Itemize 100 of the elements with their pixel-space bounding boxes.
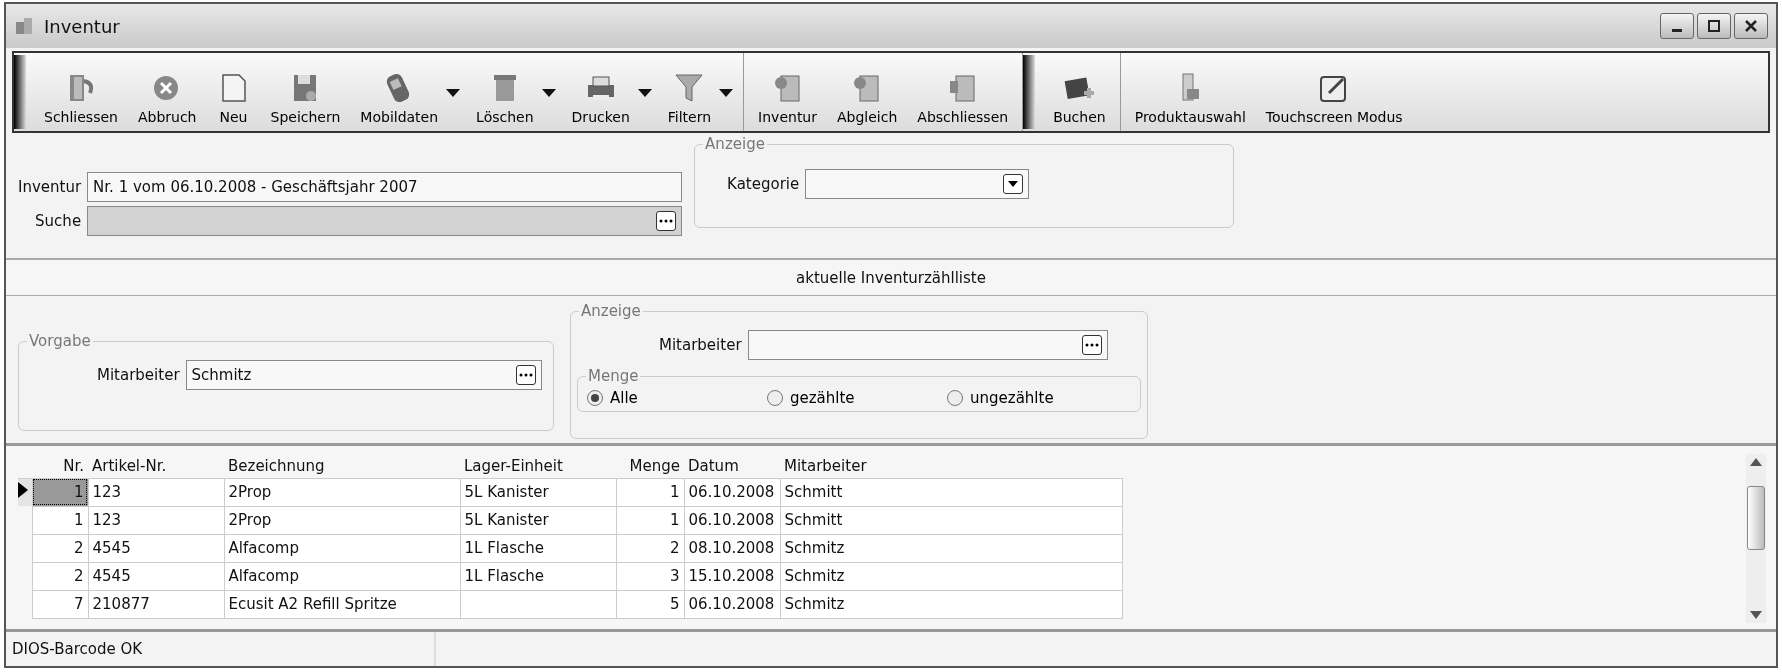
column-header[interactable]: Bezeichnung [224, 454, 460, 478]
toolbar-grip[interactable] [1023, 55, 1036, 129]
window-title: Inventur [44, 15, 121, 37]
close-icon [1745, 20, 1757, 32]
radio-option[interactable]: gezählte [766, 389, 946, 407]
table-cell: 06.10.2008 [684, 590, 780, 618]
up-arrow-icon[interactable] [1750, 458, 1762, 466]
employee-field[interactable] [747, 330, 1108, 360]
table-cell: 2Prop [224, 506, 460, 534]
toolbar-button[interactable]: Abgleich [827, 53, 908, 131]
row-pointer-icon [18, 482, 28, 499]
ellipsis-button[interactable] [515, 365, 536, 385]
maximize-icon [1708, 20, 1720, 32]
table-cell: 4545 [88, 534, 224, 562]
table-cell: 5 [616, 590, 684, 618]
toolbar-button[interactable]: Speichern [260, 53, 351, 131]
table-cell: 15.10.2008 [684, 562, 780, 590]
table-cell: 4545 [88, 562, 224, 590]
toolbar-button[interactable]: Abbruch [127, 53, 207, 131]
ellipsis-icon [659, 219, 674, 223]
group-title: Vorgabe [27, 332, 93, 350]
toolbar-button[interactable]: Filtern [657, 53, 740, 131]
employee-field[interactable]: Schmitz [185, 360, 542, 390]
scrollbar[interactable] [1746, 454, 1766, 623]
table-cell: 1L Flasche [460, 534, 616, 562]
field-label: Mitarbeiter [97, 366, 180, 384]
column-header[interactable]: Menge [616, 454, 684, 478]
app-icon [14, 16, 34, 36]
table-cell: 2Prop [224, 478, 460, 506]
section-title: aktuelle Inventurzählliste [6, 258, 1776, 296]
maximize-button[interactable] [1697, 13, 1731, 39]
table-cell: 7 [32, 590, 88, 618]
toolbar-button[interactable]: Abschliessen [907, 53, 1019, 131]
table-cell: 5L Kanister [460, 506, 616, 534]
radio-option[interactable]: ungezählte [946, 389, 1126, 407]
table-cell: 1 [32, 478, 88, 506]
column-header[interactable]: Lager-Einheit [460, 454, 616, 478]
toolbar-button[interactable]: Mobildaten [350, 53, 467, 131]
scrollbar-thumb[interactable] [1747, 486, 1765, 550]
ellipsis-icon [518, 373, 533, 377]
table-cell: 2 [32, 534, 88, 562]
close-button[interactable] [1734, 13, 1768, 39]
caret-icon [719, 89, 734, 97]
table-cell: Alfacomp [224, 562, 460, 590]
table-cell: 123 [88, 478, 224, 506]
table-cell: Schmitz [780, 562, 1122, 590]
table-cell: 2 [616, 534, 684, 562]
toolbar-button[interactable]: Produktauswahl [1124, 53, 1256, 131]
toolbar-button[interactable]: Drucken [561, 53, 658, 131]
table-cell: Schmitt [780, 506, 1122, 534]
caret-icon [446, 89, 461, 97]
table-cell: 123 [88, 506, 224, 534]
table-cell: 1L Flasche [460, 562, 616, 590]
ellipsis-button[interactable] [1081, 335, 1102, 355]
table-cell: 06.10.2008 [684, 478, 780, 506]
dropdown-button[interactable] [1003, 174, 1024, 194]
column-header[interactable]: Nr. [32, 454, 88, 478]
group-title: Anzeige [703, 135, 767, 153]
toolbar-button[interactable]: Schliessen [34, 53, 128, 131]
table-cell: 1 [32, 506, 88, 534]
minimize-icon [1672, 28, 1682, 32]
toolbar-button[interactable]: Buchen [1043, 53, 1116, 131]
toolbar-grip[interactable] [14, 55, 26, 129]
toolbar-button[interactable]: Inventur [748, 53, 827, 131]
caret-icon [1008, 181, 1019, 187]
group-title: Anzeige [579, 302, 643, 320]
minimize-button[interactable] [1660, 13, 1694, 39]
table-cell: 2 [32, 562, 88, 590]
table-cell: 1 [616, 478, 684, 506]
table-cell: Ecusit A2 Refill Spritze [224, 590, 460, 618]
column-header[interactable]: Datum [684, 454, 780, 478]
status-text: DIOS-Barcode OK [6, 632, 436, 666]
table-cell: 210877 [88, 590, 224, 618]
table-cell: Schmitt [780, 478, 1122, 506]
table-cell: Alfacomp [224, 534, 460, 562]
table-cell: 06.10.2008 [684, 506, 780, 534]
field-label: Suche [34, 212, 82, 230]
down-arrow-icon[interactable] [1750, 611, 1762, 619]
toolbar-button[interactable]: Löschen [466, 53, 562, 131]
caret-icon [541, 89, 556, 97]
field-label: Inventur [18, 178, 82, 196]
table-cell: 1 [616, 506, 684, 534]
column-header[interactable]: Mitarbeiter [780, 454, 1122, 478]
table-cell: Schmitz [780, 534, 1122, 562]
group-title: Menge [586, 367, 641, 385]
table-cell: 08.10.2008 [684, 534, 780, 562]
field-label: Mitarbeiter [659, 336, 742, 354]
caret-icon [637, 89, 652, 97]
toolbar-button[interactable]: Neu [206, 53, 261, 131]
toolbar-button[interactable]: Touchscreen Modus [1255, 53, 1413, 131]
table-cell: 3 [616, 562, 684, 590]
field-value: Schmitz [191, 366, 252, 384]
row-header[interactable] [18, 478, 32, 506]
column-header[interactable]: Artikel-Nr. [88, 454, 224, 478]
field-label: Kategorie [727, 175, 800, 193]
table-cell: 5L Kanister [460, 478, 616, 506]
ellipsis-icon [1084, 343, 1099, 347]
radio-option[interactable]: Alle [586, 389, 766, 407]
inventur-field[interactable]: Nr. 1 vom 06.10.2008 - Geschäftsjahr 2007 [87, 172, 683, 202]
table-cell: Schmitz [780, 590, 1122, 618]
